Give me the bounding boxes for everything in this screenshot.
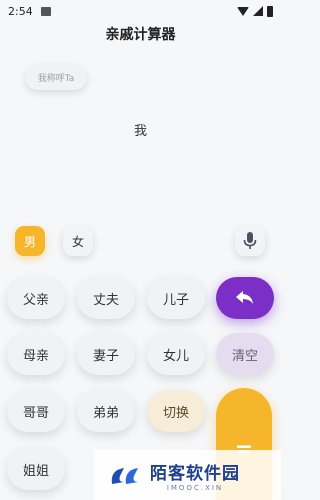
- key-daughter[interactable]: 女儿: [147, 333, 205, 375]
- signal-icon: [253, 6, 263, 16]
- back-arrow-icon: [236, 291, 253, 304]
- result-display: 我: [133, 124, 147, 139]
- page-title: 亲戚计算器: [105, 27, 176, 43]
- battery-icon: [267, 5, 273, 17]
- image-icon: [40, 6, 51, 16]
- key-elder-sister[interactable]: 姐姐: [7, 448, 65, 490]
- watermark: 陌客软件园 IMOOC.XIN: [94, 450, 281, 500]
- key-father[interactable]: 父亲: [7, 277, 65, 319]
- watermark-logo-icon: [111, 468, 138, 484]
- watermark-text: 陌客软件园 IMOOC.XIN: [150, 459, 240, 492]
- wifi-icon: [237, 6, 249, 16]
- key-mother[interactable]: 母亲: [7, 333, 65, 375]
- key-younger-brother[interactable]: 弟弟: [77, 390, 135, 432]
- gender-male-button[interactable]: 男: [15, 226, 45, 256]
- status-icons: [237, 5, 273, 17]
- watermark-title: 陌客软件园: [150, 463, 240, 484]
- microphone-icon: [243, 232, 257, 249]
- watermark-subtitle: IMOOC.XIN: [166, 483, 224, 492]
- key-elder-brother[interactable]: 哥哥: [7, 390, 65, 432]
- prompt-chip: 我称呼Ta: [25, 64, 87, 90]
- key-wife[interactable]: 妻子: [77, 333, 135, 375]
- voice-input-button[interactable]: [235, 226, 265, 256]
- switch-button[interactable]: 切换: [147, 390, 205, 432]
- key-son[interactable]: 儿子: [147, 277, 205, 319]
- key-husband[interactable]: 丈夫: [77, 277, 135, 319]
- clear-button[interactable]: 清空: [216, 333, 274, 375]
- status-bar: 2:54: [0, 0, 281, 22]
- backspace-button[interactable]: [216, 277, 274, 319]
- gender-female-button[interactable]: 女: [63, 226, 93, 256]
- status-time: 2:54: [8, 4, 33, 18]
